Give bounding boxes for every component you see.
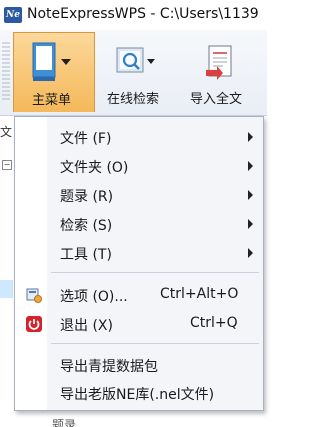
main-menu-button[interactable]: 主菜单 (13, 32, 95, 112)
menu-separator (51, 343, 259, 344)
menu-item-label: 检索 (S) (60, 218, 113, 234)
shortcut-label: Ctrl+Alt+O (160, 286, 239, 302)
submenu-arrow-icon (248, 161, 253, 171)
menu-item-folder[interactable]: 文件夹 (O) (16, 152, 263, 180)
options-icon (26, 288, 42, 303)
side-bottom-text: 题录 (52, 418, 77, 427)
submenu-arrow-icon (248, 248, 253, 258)
ribbon-toolbar: 主菜单 在线检索 导入全文 (0, 30, 267, 116)
main-menu-icon (32, 42, 71, 81)
menu-item-options[interactable]: 选项 (O)... Ctrl+Alt+O (16, 281, 263, 309)
shortcut-label: Ctrl+Q (190, 315, 238, 331)
ribbon-grip (2, 42, 10, 102)
main-menu-label: 主菜单 (32, 93, 72, 108)
menu-item-label: 导出老版NE库(.nel文件) (60, 387, 215, 403)
submenu-arrow-icon (248, 219, 253, 229)
menu-separator (51, 272, 259, 273)
menu-item-export-qingti[interactable]: 导出青提数据包 (16, 351, 263, 379)
submenu-arrow-icon (248, 190, 253, 200)
tree-expander-icon[interactable]: − (2, 160, 12, 170)
menu-item-label: 工具 (T) (60, 247, 112, 263)
menu-item-file[interactable]: 文件 (F) (16, 123, 263, 151)
exit-power-icon (26, 316, 42, 332)
menu-item-exit[interactable]: 退出 (X) Ctrl+Q (16, 310, 263, 338)
main-menu-dropdown: 文件 (F) 文件夹 (O) 题录 (R) 检索 (S) 工具 (T) 选项 (… (14, 116, 264, 411)
import-fulltext-icon (206, 45, 232, 80)
import-fulltext-button[interactable]: 导入全文 (181, 32, 261, 112)
tree-selection (0, 280, 13, 298)
menu-item-label: 选项 (O)... (60, 289, 128, 305)
menu-item-label: 导出青提数据包 (60, 359, 158, 375)
menu-item-label: 文件夹 (O) (60, 160, 129, 176)
online-search-button[interactable]: 在线检索 (101, 32, 171, 112)
title-bar: Ne NoteExpressWPS - C:\Users\1139 (0, 0, 267, 30)
online-search-label: 在线检索 (107, 92, 160, 107)
menu-item-export-nel[interactable]: 导出老版NE库(.nel文件) (16, 379, 263, 407)
menu-item-tools[interactable]: 工具 (T) (16, 239, 263, 267)
menu-item-label: 退出 (X) (60, 318, 113, 334)
import-fulltext-label: 导入全文 (190, 92, 243, 107)
submenu-arrow-icon (248, 132, 253, 142)
window-title: NoteExpressWPS - C:\Users\1139 (27, 6, 259, 22)
menu-item-label: 文件 (F) (60, 131, 112, 147)
app-logo-icon: Ne (4, 7, 22, 23)
side-tab-label[interactable]: 文 (0, 123, 14, 139)
online-search-icon (116, 47, 155, 73)
menu-item-records[interactable]: 题录 (R) (16, 181, 263, 209)
menu-item-search[interactable]: 检索 (S) (16, 210, 263, 238)
menu-item-label: 题录 (R) (60, 189, 114, 205)
